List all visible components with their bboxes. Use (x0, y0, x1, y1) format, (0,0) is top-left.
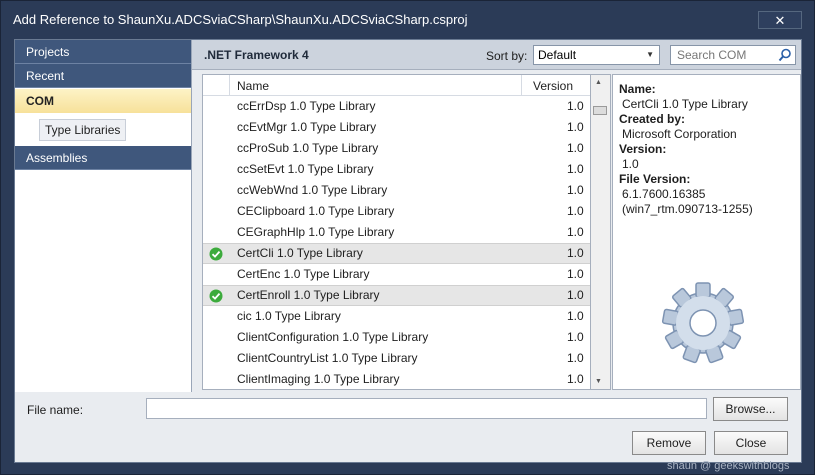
nav-item-com[interactable]: COM (15, 89, 191, 113)
detail-name-label: Name: (619, 82, 656, 96)
list-item-version: 1.0 (567, 288, 584, 302)
search-placeholder: Search COM (677, 48, 747, 62)
list-item[interactable]: CEGraphHlp 1.0 Type Library 1.0 (203, 222, 590, 243)
detail-version-label: Version: (619, 142, 667, 156)
list-item-version: 1.0 (567, 309, 584, 323)
list-item[interactable]: ClientImaging 1.0 Type Library 1.0 (203, 369, 590, 389)
checkmark-icon[interactable] (209, 247, 223, 261)
list-item-name: ccProSub 1.0 Type Library (237, 141, 379, 155)
add-reference-window: Add Reference to ShaunXu.ADCSviaCSharp\S… (0, 0, 815, 475)
framework-label: .NET Framework 4 (204, 48, 309, 62)
list-scrollbar[interactable]: ▲ ▼ (591, 74, 611, 390)
list-item-version: 1.0 (567, 351, 584, 365)
nav-item-type-libraries[interactable]: Type Libraries (39, 119, 127, 141)
column-header-name[interactable]: Name (237, 79, 269, 93)
gear-icon (658, 273, 748, 373)
list-item-name: ClientImaging 1.0 Type Library (237, 372, 400, 386)
file-name-label: File name: (27, 403, 84, 417)
window-title: Add Reference to ShaunXu.ADCSviaCSharp\S… (13, 12, 468, 27)
sort-by-dropdown[interactable]: Default ▼ (533, 45, 660, 65)
watermark: shaun @ geekswithblogs (667, 460, 790, 472)
list-item[interactable]: cic 1.0 Type Library 1.0 (203, 306, 590, 327)
browse-button[interactable]: Browse... (713, 397, 788, 421)
list-item-name: ccWebWnd 1.0 Type Library (237, 183, 388, 197)
list-header-bar: .NET Framework 4 Sort by: Default ▼ Sear… (192, 40, 801, 70)
scroll-up-icon[interactable]: ▲ (595, 79, 602, 86)
list-item-name: CertEnroll 1.0 Type Library (237, 288, 380, 302)
search-icon[interactable] (778, 48, 792, 62)
nav-item-assemblies[interactable]: Assemblies (15, 146, 191, 170)
list-item[interactable]: ClientConfiguration 1.0 Type Library 1.0 (203, 327, 590, 348)
list-item-name: CEGraphHlp 1.0 Type Library (237, 225, 395, 239)
list-item-name: CEClipboard 1.0 Type Library (237, 204, 395, 218)
list-item-name: ccEvtMgr 1.0 Type Library (237, 120, 377, 134)
detail-file-version-build: (win7_rtm.090713-1255) (622, 202, 753, 216)
list-item[interactable]: ClientCountryList 1.0 Type Library 1.0 (203, 348, 590, 369)
detail-file-version-label: File Version: (619, 172, 691, 186)
list-column-header: Name Version (203, 75, 590, 96)
detail-created-value: Microsoft Corporation (622, 127, 737, 141)
com-component-list[interactable]: Name Version ccErrDsp 1.0 Type Library 1.… (202, 74, 591, 390)
list-item-version: 1.0 (567, 120, 584, 134)
list-item-name: CertEnc 1.0 Type Library (237, 267, 370, 281)
close-window-button[interactable]: ✕ (758, 11, 802, 29)
column-header-version[interactable]: Version (533, 79, 573, 93)
close-x-icon: ✕ (774, 13, 786, 28)
dropdown-arrow-icon: ▼ (646, 50, 654, 59)
dialog-client-area: Projects Recent COM Type Libraries Assem… (14, 39, 802, 463)
list-item-version: 1.0 (567, 372, 584, 386)
nav-item-recent[interactable]: Recent (15, 64, 191, 88)
list-item-version: 1.0 (567, 141, 584, 155)
scroll-down-icon[interactable]: ▼ (595, 378, 602, 385)
details-pane: Name: CertCli 1.0 Type Library Created b… (612, 74, 801, 390)
list-item-name: cic 1.0 Type Library (237, 309, 341, 323)
list-item-name: ClientConfiguration 1.0 Type Library (237, 330, 429, 344)
list-item[interactable]: ccEvtMgr 1.0 Type Library 1.0 (203, 117, 590, 138)
list-item[interactable]: ccSetEvt 1.0 Type Library 1.0 (203, 159, 590, 180)
detail-name-value: CertCli 1.0 Type Library (622, 97, 748, 111)
search-input[interactable]: Search COM (670, 45, 796, 65)
file-name-input[interactable] (146, 398, 707, 419)
list-item[interactable]: CertEnc 1.0 Type Library 1.0 (203, 264, 590, 285)
list-item-version: 1.0 (567, 246, 584, 260)
list-item-version: 1.0 (567, 225, 584, 239)
list-item-version: 1.0 (567, 99, 584, 113)
list-item[interactable]: CertCli 1.0 Type Library 1.0 (203, 243, 590, 264)
remove-button[interactable]: Remove (632, 431, 706, 455)
checkmark-icon[interactable] (209, 289, 223, 303)
list-item-version: 1.0 (567, 267, 584, 281)
list-item[interactable]: CertEnroll 1.0 Type Library 1.0 (203, 285, 590, 306)
list-item-name: ccSetEvt 1.0 Type Library (237, 162, 374, 176)
list-item-name: ClientCountryList 1.0 Type Library (237, 351, 418, 365)
detail-file-version-value: 6.1.7600.16385 (622, 187, 706, 201)
list-item-name: CertCli 1.0 Type Library (237, 246, 363, 260)
list-item-version: 1.0 (567, 183, 584, 197)
column-separator[interactable] (229, 75, 230, 95)
sort-by-value: Default (538, 48, 577, 62)
list-item-version: 1.0 (567, 330, 584, 344)
sort-by-label: Sort by: (486, 49, 528, 63)
list-item[interactable]: ccWebWnd 1.0 Type Library 1.0 (203, 180, 590, 201)
title-bar[interactable]: Add Reference to ShaunXu.ADCSviaCSharp\S… (1, 1, 814, 37)
left-navigation: Projects Recent COM Type Libraries Assem… (15, 40, 192, 392)
list-item[interactable]: ccErrDsp 1.0 Type Library 1.0 (203, 96, 590, 117)
detail-version-value: 1.0 (622, 157, 639, 171)
column-separator[interactable] (521, 75, 522, 95)
list-item[interactable]: ccProSub 1.0 Type Library 1.0 (203, 138, 590, 159)
list-item[interactable]: CEClipboard 1.0 Type Library 1.0 (203, 201, 590, 222)
list-item-version: 1.0 (567, 162, 584, 176)
list-item-name: ccErrDsp 1.0 Type Library (237, 99, 376, 113)
list-item-version: 1.0 (567, 204, 584, 218)
close-button[interactable]: Close (714, 431, 788, 455)
nav-item-projects[interactable]: Projects (15, 40, 191, 64)
scroll-thumb[interactable] (593, 106, 607, 115)
detail-created-label: Created by: (619, 112, 686, 126)
list-rows: ccErrDsp 1.0 Type Library 1.0 ccEvtMgr 1.0… (203, 96, 590, 389)
